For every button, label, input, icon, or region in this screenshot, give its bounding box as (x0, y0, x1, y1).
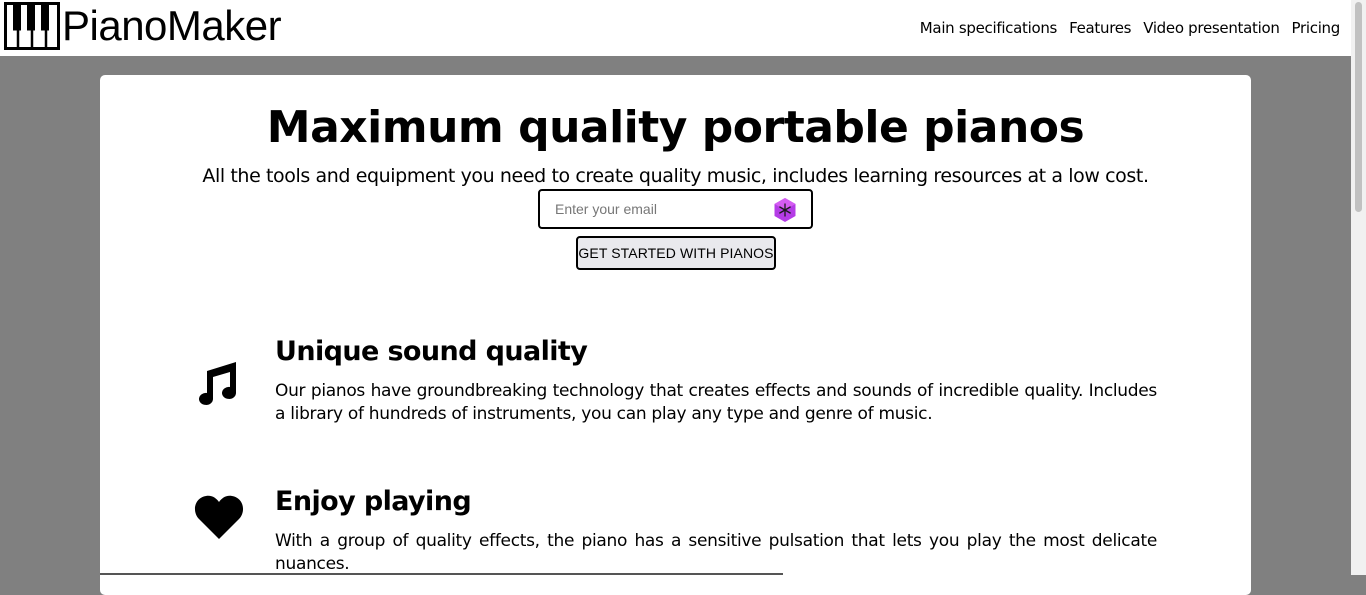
brand-name: PianoMaker (62, 2, 282, 49)
main-nav: Main specifications Features Video prese… (920, 17, 1341, 39)
content-card: Maximum quality portable pianos All the … (100, 75, 1251, 595)
heart-icon (194, 495, 244, 539)
nav-link-video-presentation[interactable]: Video presentation (1143, 17, 1280, 39)
get-started-button[interactable]: GET STARTED WITH PIANOS (576, 236, 776, 270)
hero-subtitle: All the tools and equipment you need to … (202, 165, 1149, 187)
feature-title: Unique sound quality (275, 336, 588, 367)
nav-link-pricing[interactable]: Pricing (1292, 17, 1341, 39)
hero-title: Maximum quality portable pianos (266, 102, 1085, 153)
feature-text: Our pianos have groundbreaking technolog… (275, 381, 1157, 424)
feature-title: Enjoy playing (275, 486, 472, 517)
password-manager-icon[interactable] (772, 197, 798, 223)
brand-logo[interactable]: PianoMaker (4, 2, 282, 50)
music-note-icon (199, 362, 236, 405)
email-input[interactable] (540, 191, 775, 227)
scrollbar-thumb[interactable] (1355, 2, 1362, 212)
vertical-scrollbar[interactable] (1351, 0, 1366, 575)
nav-link-features[interactable]: Features (1069, 17, 1131, 39)
email-field-wrapper (538, 189, 813, 229)
nav-link-main-specifications[interactable]: Main specifications (920, 17, 1058, 39)
piano-keys-icon (4, 2, 60, 50)
site-header: PianoMaker Main specifications Features … (0, 0, 1351, 56)
feature-text: With a group of quality effects, the pia… (275, 531, 1157, 574)
